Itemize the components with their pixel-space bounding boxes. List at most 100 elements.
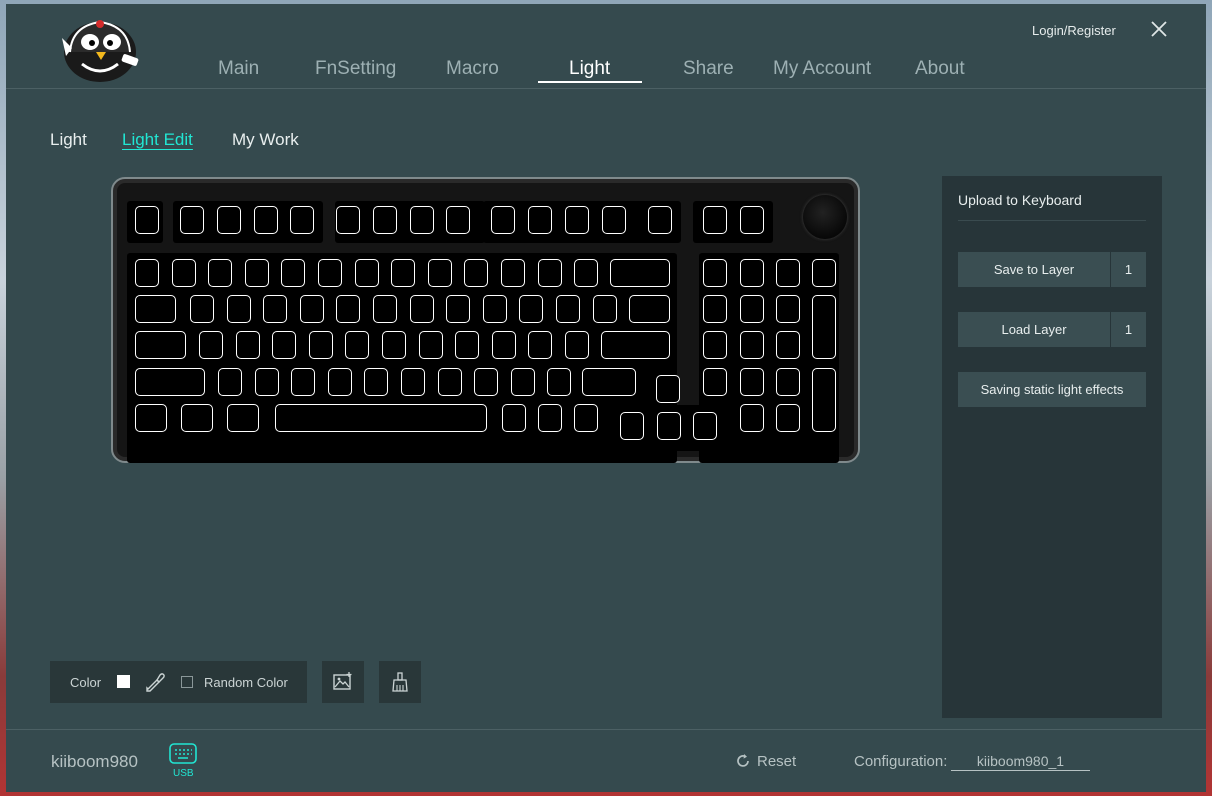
clear-brush-button[interactable]	[379, 661, 421, 703]
keycap[interactable]	[574, 259, 599, 287]
keycap[interactable]	[491, 331, 516, 359]
nav-light[interactable]: Light	[569, 58, 610, 80]
keycap[interactable]	[218, 368, 242, 396]
keycap[interactable]	[455, 331, 480, 359]
keycap[interactable]	[776, 259, 800, 287]
eyedropper-icon[interactable]	[144, 671, 166, 693]
keycap[interactable]	[740, 295, 764, 323]
keycap[interactable]	[171, 259, 196, 287]
keycap[interactable]	[354, 259, 379, 287]
keycap[interactable]	[308, 331, 333, 359]
keycap[interactable]	[263, 295, 288, 323]
keycap[interactable]	[776, 331, 800, 359]
nav-share[interactable]: Share	[683, 58, 734, 80]
keycap[interactable]	[135, 331, 186, 359]
close-icon[interactable]	[1149, 19, 1169, 39]
keycap[interactable]	[556, 295, 580, 323]
keycap[interactable]	[409, 295, 434, 323]
keycap[interactable]	[565, 331, 589, 359]
save-static-effects-button[interactable]: Saving static light effects	[958, 372, 1146, 407]
keycap[interactable]	[427, 259, 452, 287]
keycap[interactable]	[318, 259, 342, 287]
keycap[interactable]	[528, 206, 552, 234]
keycap[interactable]	[740, 404, 764, 432]
keycap[interactable]	[272, 331, 297, 359]
nav-fnsetting[interactable]: FnSetting	[315, 58, 396, 80]
keycap[interactable]	[217, 206, 241, 234]
random-color-checkbox[interactable]	[181, 676, 193, 688]
keycap[interactable]	[565, 206, 589, 234]
keycap[interactable]	[582, 368, 636, 396]
keycap[interactable]	[291, 368, 316, 396]
keycap[interactable]	[437, 368, 462, 396]
keycap[interactable]	[620, 412, 644, 440]
nav-my-account[interactable]: My Account	[773, 58, 871, 80]
keycap[interactable]	[418, 331, 443, 359]
keycap[interactable]	[740, 206, 764, 234]
keycap[interactable]	[528, 331, 553, 359]
keycap[interactable]	[345, 331, 370, 359]
keycap[interactable]	[703, 368, 727, 396]
reset-button[interactable]: Reset	[757, 753, 796, 770]
keycap[interactable]	[281, 259, 306, 287]
nav-main[interactable]: Main	[218, 58, 259, 80]
keycap[interactable]	[199, 331, 223, 359]
keycap[interactable]	[180, 206, 204, 234]
keycap[interactable]	[327, 368, 352, 396]
load-layer-button[interactable]: Load Layer	[958, 312, 1110, 347]
keycap[interactable]	[703, 331, 727, 359]
load-layer-select[interactable]: 1	[1111, 312, 1146, 347]
keycap[interactable]	[410, 206, 434, 234]
keycap[interactable]	[629, 295, 670, 323]
keycap[interactable]	[208, 259, 233, 287]
keycap[interactable]	[601, 331, 670, 359]
keycap[interactable]	[656, 375, 680, 403]
keycap[interactable]	[135, 259, 159, 287]
keycap[interactable]	[574, 404, 598, 432]
keycap[interactable]	[740, 368, 764, 396]
save-layer-select[interactable]: 1	[1111, 252, 1146, 287]
keycap[interactable]	[482, 295, 507, 323]
keycap[interactable]	[703, 295, 727, 323]
save-to-layer-button[interactable]: Save to Layer	[958, 252, 1110, 287]
keycap[interactable]	[648, 206, 672, 234]
keycap[interactable]	[135, 404, 167, 432]
keycap[interactable]	[703, 259, 727, 287]
configuration-value[interactable]: kiiboom980_1	[951, 753, 1090, 771]
login-register-link[interactable]: Login/Register	[1032, 23, 1116, 38]
keycap[interactable]	[812, 368, 836, 432]
color-swatch[interactable]	[117, 675, 130, 688]
nav-macro[interactable]: Macro	[446, 58, 499, 80]
keycap[interactable]	[235, 331, 260, 359]
keycap[interactable]	[812, 295, 836, 359]
subtab-light-edit[interactable]: Light Edit	[122, 130, 193, 150]
keycap[interactable]	[740, 259, 764, 287]
keycap[interactable]	[373, 295, 397, 323]
keycap[interactable]	[812, 259, 836, 287]
keycap[interactable]	[502, 404, 526, 432]
keycap[interactable]	[290, 206, 314, 234]
keycap[interactable]	[373, 206, 397, 234]
keycap[interactable]	[135, 295, 176, 323]
keycap[interactable]	[510, 368, 535, 396]
keycap[interactable]	[501, 259, 525, 287]
keycap[interactable]	[190, 295, 214, 323]
keycap[interactable]	[254, 368, 279, 396]
keycap[interactable]	[382, 331, 406, 359]
keycap[interactable]	[592, 295, 617, 323]
reset-icon[interactable]	[735, 753, 751, 769]
keycap[interactable]	[227, 404, 259, 432]
keycap[interactable]	[181, 404, 213, 432]
keycap[interactable]	[538, 404, 562, 432]
keycap[interactable]	[244, 259, 269, 287]
keycap[interactable]	[336, 206, 360, 234]
subtab-my-work[interactable]: My Work	[232, 130, 299, 150]
keycap[interactable]	[776, 368, 800, 396]
keycap[interactable]	[336, 295, 361, 323]
keycap[interactable]	[776, 295, 800, 323]
keycap[interactable]	[703, 206, 727, 234]
keycap[interactable]	[776, 404, 800, 432]
keycap[interactable]	[740, 331, 764, 359]
keycap[interactable]	[254, 206, 278, 234]
subtab-light[interactable]: Light	[50, 130, 87, 150]
